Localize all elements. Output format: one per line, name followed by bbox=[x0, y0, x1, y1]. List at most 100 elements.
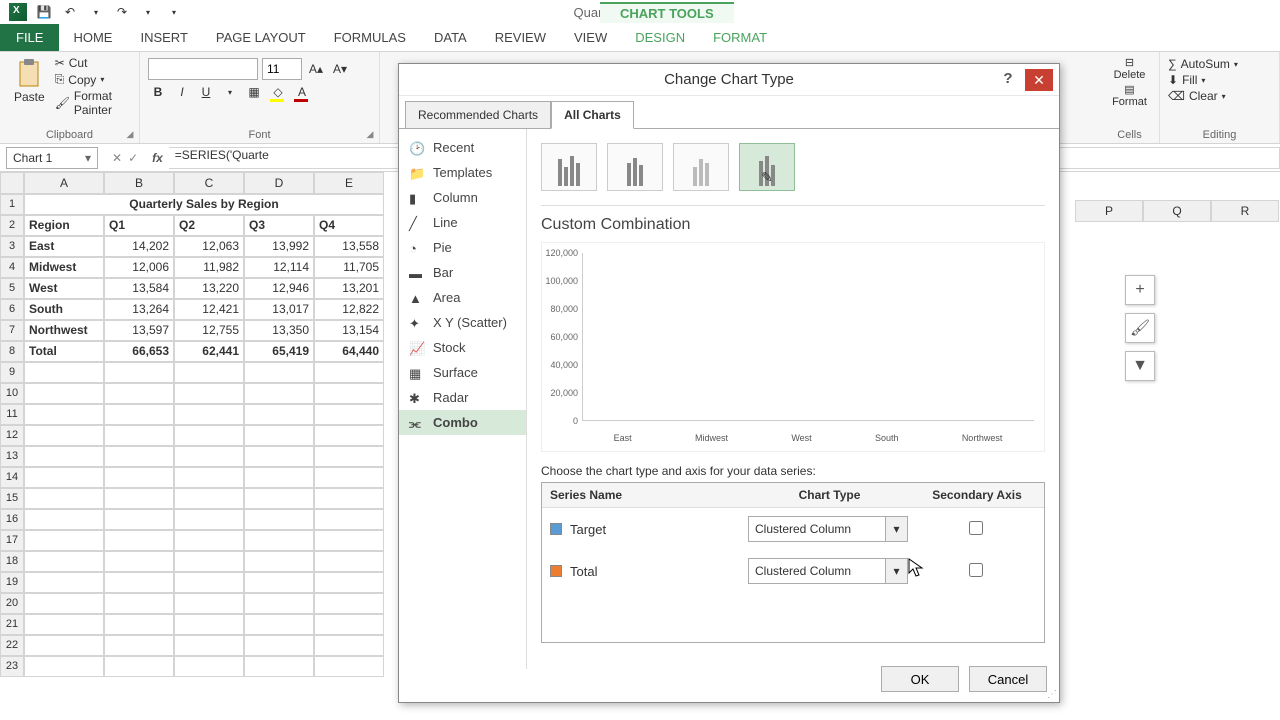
category-pie[interactable]: ◔Pie bbox=[399, 235, 526, 260]
data-cell[interactable]: 13,017 bbox=[244, 299, 314, 320]
italic-button[interactable]: I bbox=[172, 82, 192, 102]
category-stock[interactable]: 📈Stock bbox=[399, 335, 526, 360]
empty-cell[interactable] bbox=[104, 467, 174, 488]
data-cell[interactable]: 12,755 bbox=[174, 320, 244, 341]
chart-type-combo[interactable]: Clustered Column▾ bbox=[748, 558, 908, 584]
data-cell[interactable]: 11,705 bbox=[314, 257, 384, 278]
empty-cell[interactable] bbox=[174, 614, 244, 635]
region-cell[interactable]: Midwest bbox=[24, 257, 104, 278]
empty-cell[interactable] bbox=[104, 362, 174, 383]
empty-cell[interactable] bbox=[314, 656, 384, 677]
row-header[interactable]: 11 bbox=[0, 404, 24, 425]
category-column[interactable]: ▮Column bbox=[399, 185, 526, 210]
empty-cell[interactable] bbox=[244, 572, 314, 593]
undo-dropdown-icon[interactable]: ▾ bbox=[86, 2, 106, 22]
empty-cell[interactable] bbox=[174, 593, 244, 614]
header-cell[interactable]: Q2 bbox=[174, 215, 244, 236]
category-templates[interactable]: 📁Templates bbox=[399, 160, 526, 185]
row-header[interactable]: 9 bbox=[0, 362, 24, 383]
fill-color-button[interactable]: ◇ bbox=[268, 82, 288, 102]
data-cell[interactable]: 11,982 bbox=[174, 257, 244, 278]
row-header[interactable]: 1 bbox=[0, 194, 24, 215]
close-button[interactable]: ✕ bbox=[1025, 69, 1053, 91]
data-cell[interactable]: 12,421 bbox=[174, 299, 244, 320]
chart-type-combo[interactable]: Clustered Column▾ bbox=[748, 516, 908, 542]
chevron-down-icon[interactable]: ▾ bbox=[885, 559, 907, 583]
all-charts-tab[interactable]: All Charts bbox=[551, 101, 634, 129]
data-cell[interactable]: 13,597 bbox=[104, 320, 174, 341]
format-button[interactable]: ▤Format bbox=[1112, 83, 1147, 108]
file-tab[interactable]: FILE bbox=[0, 24, 59, 51]
insert-tab[interactable]: INSERT bbox=[126, 24, 201, 51]
bold-button[interactable]: B bbox=[148, 82, 168, 102]
category-recent[interactable]: 🕑Recent bbox=[399, 135, 526, 160]
empty-cell[interactable] bbox=[24, 593, 104, 614]
empty-cell[interactable] bbox=[174, 488, 244, 509]
category-line[interactable]: ╱Line bbox=[399, 210, 526, 235]
empty-cell[interactable] bbox=[104, 404, 174, 425]
total-label-cell[interactable]: Total bbox=[24, 341, 104, 362]
font-color-button[interactable]: A bbox=[292, 82, 312, 102]
col-header[interactable]: P bbox=[1075, 200, 1143, 222]
font-family-combo[interactable] bbox=[148, 58, 258, 80]
data-cell[interactable]: 12,946 bbox=[244, 278, 314, 299]
empty-cell[interactable] bbox=[174, 425, 244, 446]
increase-font-icon[interactable]: A▴ bbox=[306, 59, 326, 79]
page-layout-tab[interactable]: PAGE LAYOUT bbox=[202, 24, 320, 51]
row-header[interactable]: 3 bbox=[0, 236, 24, 257]
redo-dropdown-icon[interactable]: ▾ bbox=[138, 2, 158, 22]
row-header[interactable]: 13 bbox=[0, 446, 24, 467]
empty-cell[interactable] bbox=[174, 656, 244, 677]
secondary-axis-checkbox[interactable] bbox=[969, 563, 983, 577]
chevron-down-icon[interactable]: ▾ bbox=[885, 517, 907, 541]
chart-styles-button[interactable]: 🖌 bbox=[1125, 313, 1155, 343]
empty-cell[interactable] bbox=[314, 593, 384, 614]
redo-icon[interactable]: ↷ bbox=[112, 2, 132, 22]
excel-icon[interactable] bbox=[8, 2, 28, 22]
empty-cell[interactable] bbox=[174, 551, 244, 572]
row-header[interactable]: 12 bbox=[0, 425, 24, 446]
secondary-axis-checkbox[interactable] bbox=[969, 521, 983, 535]
row-header[interactable]: 21 bbox=[0, 614, 24, 635]
header-cell[interactable]: Region bbox=[24, 215, 104, 236]
header-cell[interactable]: Q3 bbox=[244, 215, 314, 236]
empty-cell[interactable] bbox=[174, 467, 244, 488]
row-header[interactable]: 6 bbox=[0, 299, 24, 320]
formulas-tab[interactable]: FORMULAS bbox=[320, 24, 420, 51]
name-box[interactable]: Chart 1▾ bbox=[6, 147, 98, 169]
data-cell[interactable]: 12,822 bbox=[314, 299, 384, 320]
decrease-font-icon[interactable]: A▾ bbox=[330, 59, 350, 79]
empty-cell[interactable] bbox=[174, 383, 244, 404]
col-header[interactable]: B bbox=[104, 172, 174, 194]
row-header[interactable]: 23 bbox=[0, 656, 24, 677]
col-header[interactable]: A bbox=[24, 172, 104, 194]
empty-cell[interactable] bbox=[314, 572, 384, 593]
empty-cell[interactable] bbox=[174, 446, 244, 467]
combo-subtype-3[interactable] bbox=[673, 143, 729, 191]
empty-cell[interactable] bbox=[314, 446, 384, 467]
empty-cell[interactable] bbox=[24, 467, 104, 488]
empty-cell[interactable] bbox=[104, 593, 174, 614]
row-header[interactable]: 7 bbox=[0, 320, 24, 341]
data-cell[interactable]: 13,154 bbox=[314, 320, 384, 341]
data-cell[interactable]: 12,063 bbox=[174, 236, 244, 257]
row-header[interactable]: 5 bbox=[0, 278, 24, 299]
empty-cell[interactable] bbox=[24, 362, 104, 383]
empty-cell[interactable] bbox=[174, 404, 244, 425]
empty-cell[interactable] bbox=[104, 383, 174, 404]
table-title-cell[interactable]: Quarterly Sales by Region bbox=[24, 194, 384, 215]
category-surface[interactable]: ▦Surface bbox=[399, 360, 526, 385]
category-bar[interactable]: ▬Bar bbox=[399, 260, 526, 285]
combo-subtype-1[interactable] bbox=[541, 143, 597, 191]
combo-subtype-2[interactable] bbox=[607, 143, 663, 191]
empty-cell[interactable] bbox=[314, 551, 384, 572]
empty-cell[interactable] bbox=[244, 425, 314, 446]
empty-cell[interactable] bbox=[314, 362, 384, 383]
empty-cell[interactable] bbox=[174, 362, 244, 383]
design-tab[interactable]: DESIGN bbox=[621, 24, 699, 51]
category-xyscatter[interactable]: ✦X Y (Scatter) bbox=[399, 310, 526, 335]
empty-cell[interactable] bbox=[244, 509, 314, 530]
cut-button[interactable]: ✂Cut bbox=[55, 56, 131, 70]
underline-dropdown-icon[interactable]: ▾ bbox=[220, 82, 240, 102]
row-header[interactable]: 2 bbox=[0, 215, 24, 236]
